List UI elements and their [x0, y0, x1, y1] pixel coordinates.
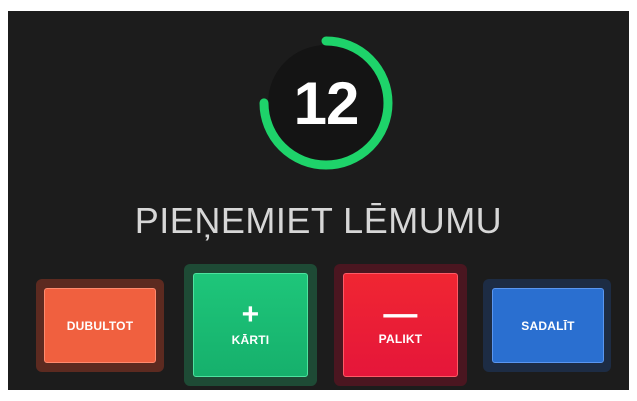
split-button-label: SADALĪT	[521, 318, 575, 333]
countdown-timer: 12	[251, 28, 401, 178]
plus-icon: +	[241, 298, 260, 331]
decision-prompt: PIEŅEMIET LĒMUMU	[134, 200, 503, 241]
stand-button[interactable]: — PALIKT	[343, 273, 458, 377]
double-button[interactable]: DUBULTOT	[44, 288, 156, 363]
minus-icon: —	[383, 295, 418, 333]
double-button-label: DUBULTOT	[66, 318, 134, 333]
timer-value: 12	[293, 69, 360, 137]
split-button[interactable]: SADALĪT	[492, 288, 604, 363]
hit-card-button[interactable]: + KĀRTI	[193, 273, 308, 377]
hit-card-button-label: KĀRTI	[231, 333, 270, 347]
stand-button-label: PALIKT	[378, 332, 423, 346]
